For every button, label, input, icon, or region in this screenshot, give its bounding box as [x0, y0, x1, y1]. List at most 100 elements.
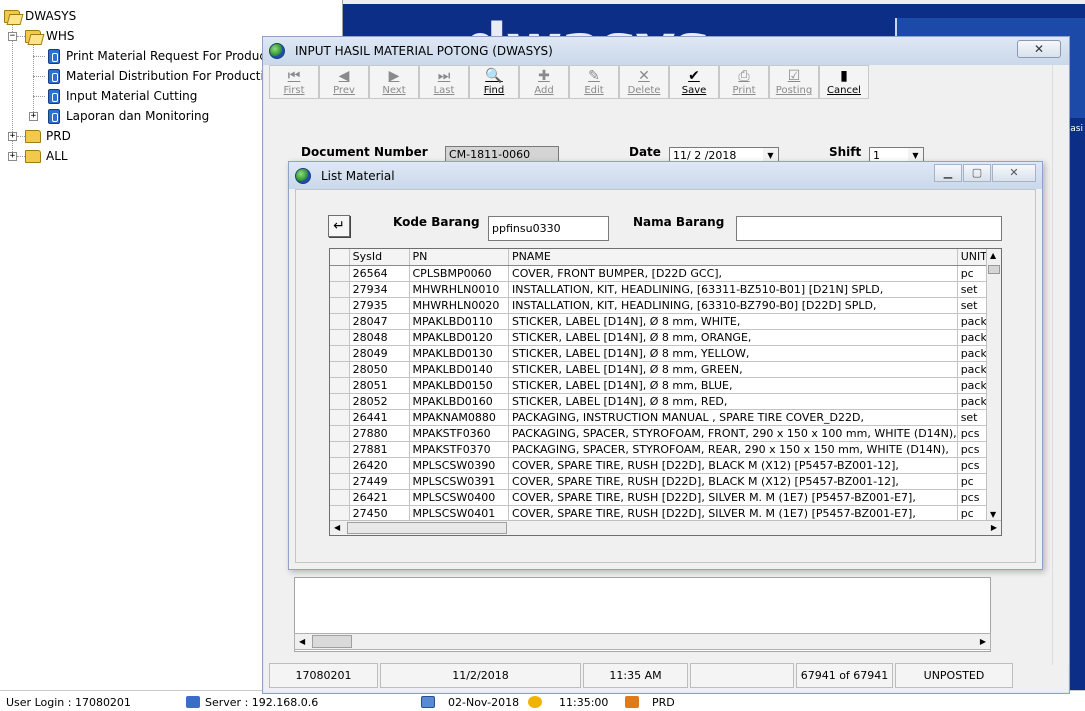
- toolbar-button-label: First: [283, 85, 305, 96]
- cell-pn: MPLSCSW0401: [409, 505, 510, 522]
- cell-sysid: 26420: [349, 457, 410, 474]
- table-row[interactable]: 28047 MPAKLBD0110 STICKER, LABEL [D14N], Ø…: [330, 313, 1001, 330]
- table-row[interactable]: 28048 MPAKLBD0120 STICKER, LABEL [D14N], Ø…: [330, 329, 1001, 346]
- return-button[interactable]: ↵: [328, 215, 350, 237]
- scroll-right-icon[interactable]: ▶: [991, 523, 997, 532]
- scroll-thumb[interactable]: [312, 635, 352, 648]
- table-row[interactable]: 26421 MPLSCSW0400 COVER, SPARE TIRE, RUSH …: [330, 489, 1001, 506]
- row-selector[interactable]: [330, 505, 350, 522]
- grid-header-row: SysId PN PNAME UNIT: [330, 249, 1001, 266]
- row-selector[interactable]: [330, 361, 350, 378]
- table-row[interactable]: 27880 MPAKSTF0360 PACKAGING, SPACER, STYRO…: [330, 425, 1001, 442]
- cell-sysid: 28052: [349, 393, 410, 410]
- scroll-left-icon[interactable]: ◀: [299, 637, 305, 646]
- database-status: PRD: [625, 694, 675, 710]
- table-row[interactable]: 27449 MPLSCSW0391 COVER, SPARE TIRE, RUSH …: [330, 473, 1001, 490]
- close-button[interactable]: ✕: [992, 164, 1036, 182]
- grid-vertical-scrollbar[interactable]: ▲ ▼: [986, 249, 1001, 521]
- cell-pn: MPAKLBD0120: [409, 329, 510, 346]
- table-row[interactable]: 26441 MPAKNAM0880 PACKAGING, INSTRUCTION M…: [330, 409, 1001, 426]
- date-label: Date: [629, 145, 661, 159]
- list-dialog-body: ↵ Kode Barang ppfinsu0330 Nama Barang Sy…: [295, 189, 1036, 563]
- scroll-up-icon[interactable]: ▲: [990, 251, 996, 260]
- table-row[interactable]: 28049 MPAKLBD0130 STICKER, LABEL [D14N], Ø…: [330, 345, 1001, 362]
- toolbar-print-button[interactable]: ⎙ Print: [719, 65, 769, 99]
- list-dialog-titlebar: List Material ▁ ▢ ✕: [289, 162, 1042, 189]
- cell-pn: CPLSBMP0060: [409, 265, 510, 282]
- maximize-button[interactable]: ▢: [963, 164, 991, 182]
- row-selector[interactable]: [330, 329, 350, 346]
- row-selector[interactable]: [330, 441, 350, 458]
- row-selector[interactable]: [330, 313, 350, 330]
- row-selector[interactable]: [330, 473, 350, 490]
- scroll-left-icon[interactable]: ◀: [334, 523, 340, 532]
- table-row[interactable]: 26564 CPLSBMP0060 COVER, FRONT BUMPER, [D2…: [330, 265, 1001, 282]
- toolbar-find-button[interactable]: 🔍 Find: [469, 65, 519, 99]
- table-row[interactable]: 27881 MPAKSTF0370 PACKAGING, SPACER, STYRO…: [330, 441, 1001, 458]
- cell-pname: INSTALLATION, KIT, HEADLINING, [63311-BZ…: [508, 281, 958, 298]
- minimize-button[interactable]: ▁: [934, 164, 962, 182]
- clock-icon: [528, 696, 542, 708]
- cell-pname: INSTALLATION, KIT, HEADLINING, [63310-BZ…: [508, 297, 958, 314]
- row-selector[interactable]: [330, 425, 350, 442]
- cell-pname: PACKAGING, INSTRUCTION MANUAL , SPARE TI…: [508, 409, 958, 426]
- table-row[interactable]: 28050 MPAKLBD0140 STICKER, LABEL [D14N], Ø…: [330, 361, 1001, 378]
- row-selector[interactable]: [330, 377, 350, 394]
- document-number-label: Document Number: [301, 145, 428, 159]
- row-selector[interactable]: [330, 297, 350, 314]
- row-selector[interactable]: [330, 457, 350, 474]
- table-row[interactable]: 27935 MHWRHLN0020 INSTALLATION, KIT, HEADL…: [330, 297, 1001, 314]
- window-scrollbar[interactable]: [1052, 65, 1069, 665]
- detail-grid-horizontal-scrollbar[interactable]: ◀ ▶: [294, 633, 991, 650]
- table-row[interactable]: 27934 MHWRHLN0010 INSTALLATION, KIT, HEADL…: [330, 281, 1001, 298]
- user-login-status: User Login : 17080201: [6, 694, 131, 710]
- toolbar-button-label: Next: [382, 85, 406, 96]
- row-selector[interactable]: [330, 281, 350, 298]
- toolbar-save-button[interactable]: ✔ Save: [669, 65, 719, 99]
- toolbar-add-button[interactable]: ✚ Add: [519, 65, 569, 99]
- status-record-count: 67941 of 67941: [796, 663, 893, 688]
- cell-pn: MPLSCSW0390: [409, 457, 510, 474]
- grid-horizontal-scrollbar[interactable]: ◀ ▶: [330, 520, 1001, 535]
- scroll-right-icon[interactable]: ▶: [980, 637, 986, 646]
- toolbar-next-button[interactable]: ▶ Next: [369, 65, 419, 99]
- row-selector[interactable]: [330, 265, 350, 282]
- table-row[interactable]: 27450 MPLSCSW0401 COVER, SPARE TIRE, RUSH …: [330, 505, 1001, 522]
- edit-icon: ✎: [588, 68, 600, 84]
- toolbar-prev-button[interactable]: ◀ Prev: [319, 65, 369, 99]
- material-list-grid[interactable]: SysId PN PNAME UNIT 26564 CPLSBMP0060 COVE…: [329, 248, 1002, 536]
- table-row[interactable]: 28051 MPAKLBD0150 STICKER, LABEL [D14N], Ø…: [330, 377, 1001, 394]
- scroll-thumb[interactable]: [988, 265, 1000, 274]
- scroll-thumb[interactable]: [347, 522, 507, 534]
- toolbar-first-button[interactable]: ⏮ First: [269, 65, 319, 99]
- toolbar-button-label: Find: [483, 85, 505, 96]
- row-selector[interactable]: [330, 393, 350, 410]
- toolbar-cancel-button[interactable]: ▮ Cancel: [819, 65, 869, 99]
- cell-sysid: 27881: [349, 441, 410, 458]
- cell-sysid: 28049: [349, 345, 410, 362]
- row-selector[interactable]: [330, 345, 350, 362]
- cell-pname: STICKER, LABEL [D14N], Ø 8 mm, YELLOW,: [508, 345, 958, 362]
- row-selector[interactable]: [330, 489, 350, 506]
- toolbar-last-button[interactable]: ⏭ Last: [419, 65, 469, 99]
- kode-barang-input[interactable]: ppfinsu0330: [488, 216, 609, 241]
- column-header-sysid[interactable]: SysId: [349, 249, 410, 266]
- cell-pname: COVER, SPARE TIRE, RUSH [D22D], BLACK M …: [508, 473, 958, 490]
- table-row[interactable]: 28052 MPAKLBD0160 STICKER, LABEL [D14N], Ø…: [330, 393, 1001, 410]
- row-selector[interactable]: [330, 409, 350, 426]
- nama-barang-input[interactable]: [736, 216, 1002, 241]
- cell-sysid: 28048: [349, 329, 410, 346]
- cell-sysid: 27934: [349, 281, 410, 298]
- toolbar-edit-button[interactable]: ✎ Edit: [569, 65, 619, 99]
- scroll-down-icon[interactable]: ▼: [990, 510, 996, 519]
- cell-pn: MHWRHLN0010: [409, 281, 510, 298]
- toolbar-posting-button[interactable]: ☑ Posting: [769, 65, 819, 99]
- cell-sysid: 28047: [349, 313, 410, 330]
- column-header-pname[interactable]: PNAME: [508, 249, 958, 266]
- cell-sysid: 27935: [349, 297, 410, 314]
- table-row[interactable]: 26420 MPLSCSW0390 COVER, SPARE TIRE, RUSH …: [330, 457, 1001, 474]
- cell-pname: COVER, SPARE TIRE, RUSH [D22D], BLACK M …: [508, 457, 958, 474]
- close-button[interactable]: ✕: [1017, 40, 1061, 58]
- toolbar-delete-button[interactable]: ✕ Delete: [619, 65, 669, 99]
- column-header-pn[interactable]: PN: [409, 249, 510, 266]
